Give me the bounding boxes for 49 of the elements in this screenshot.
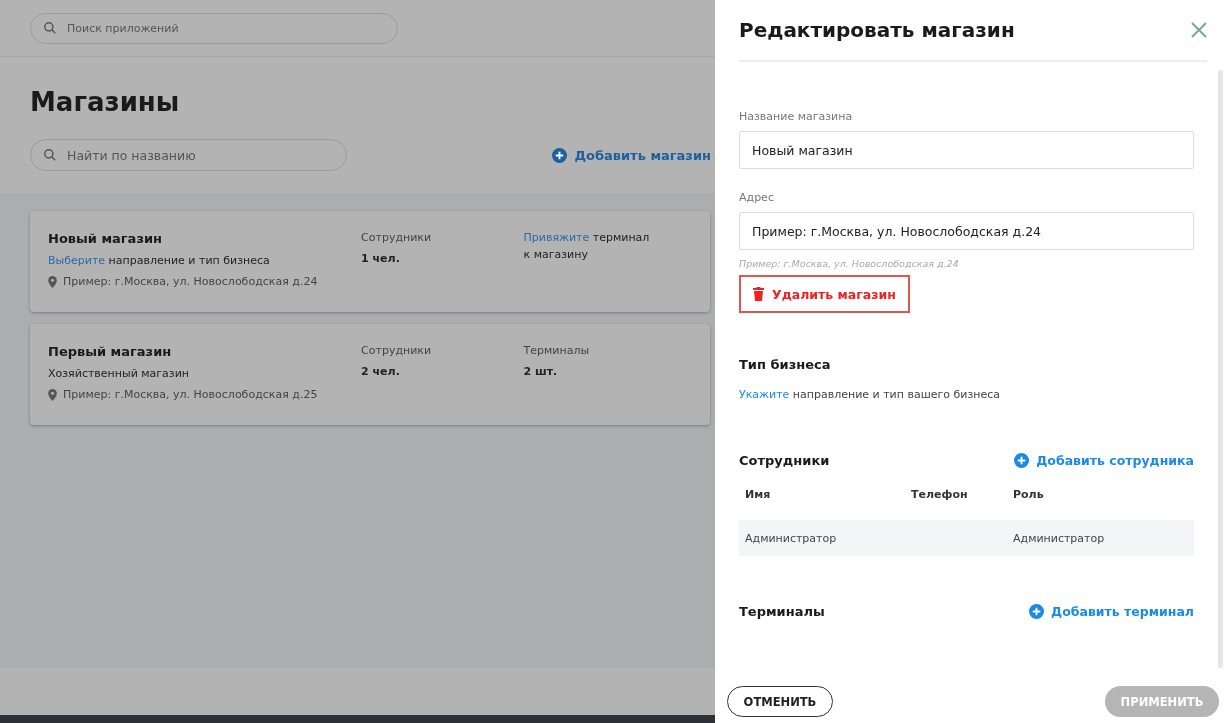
store-name: Первый магазин (48, 344, 173, 359)
column-header: Телефон (910, 487, 969, 503)
field-hint: Пример: г.Москва, ул. Новослободская д.24 (739, 258, 960, 269)
panel-title: Редактировать магазин (739, 18, 1015, 42)
terminal-note: Привяжите терминал (523, 231, 651, 244)
search-icon (43, 148, 57, 162)
plus-circle-icon (552, 147, 568, 163)
specify-link[interactable]: Укажите (739, 388, 790, 401)
trash-icon (753, 287, 764, 301)
stat-value: 2 чел. (361, 365, 401, 378)
business-type-text: Выберите направление и тип бизнеса (48, 254, 271, 267)
store-address: Пример: г.Москва, ул. Новослободская д.25 (63, 388, 318, 401)
column-header: Имя (744, 487, 772, 503)
section-title: Тип бизнеса (739, 357, 831, 372)
section-title: Терминалы (739, 604, 825, 619)
input-field[interactable]: Новый магазин (739, 131, 1194, 169)
stat-label: Сотрудники (361, 344, 433, 357)
add-employee-link[interactable]: Добавить сотрудника (1014, 453, 1194, 468)
cancel-button[interactable]: ОТМЕНИТЬ (727, 686, 833, 717)
terminal-note: к магазину (523, 248, 589, 261)
business-type-text: Хозяйственный магазин (48, 367, 191, 380)
field-label: Название магазина (739, 110, 854, 123)
add-store-link[interactable]: Добавить магазин (552, 147, 711, 163)
stat-label: Сотрудники (361, 231, 433, 244)
bind-link[interactable]: Привяжите (523, 231, 590, 244)
delete-store-button[interactable]: Удалить магазин (739, 275, 910, 313)
store-card[interactable]: Первый магазин Хозяйственный магазин Пример: г.Москва, ул. Новослободская д.25 Сотрудники 2 чел. Терминалы 2 шт. (30, 324, 710, 425)
close-icon[interactable] (1191, 22, 1207, 38)
choose-link[interactable]: Выберите (48, 254, 106, 267)
page-title: Магазины (30, 87, 181, 117)
store-address: Пример: г.Москва, ул. Новослободская д.24 (63, 275, 318, 288)
search-icon (43, 21, 57, 35)
table-cell: Администратор (739, 520, 905, 556)
add-terminal-link[interactable]: Добавить терминал (1029, 604, 1194, 619)
input-field[interactable]: Пример: г.Москва, ул. Новослободская д.24 (739, 212, 1194, 250)
business-type-text: Укажите направление и тип вашего бизнеса (739, 388, 1002, 401)
stat-label: Терминалы (523, 344, 591, 357)
location-pin-icon (48, 388, 57, 401)
plus-circle-icon (1014, 453, 1030, 468)
plus-circle-icon (1029, 604, 1045, 619)
section-title: Сотрудники (739, 453, 830, 468)
column-header: Роль (1012, 487, 1045, 503)
stat-value: 2 шт. (523, 365, 559, 378)
field-label: Адрес (739, 191, 775, 204)
stat-value: 1 чел. (361, 252, 401, 265)
store-name: Новый магазин (48, 231, 164, 246)
store-card[interactable]: Новый магазин Выберите направление и тип бизнеса Пример: г.Москва, ул. Новослободская д.24 Сотрудники 1 чел. Привяжите терминал к магазину (30, 211, 710, 312)
location-pin-icon (48, 275, 57, 288)
table-cell: Администратор (1007, 520, 1194, 556)
